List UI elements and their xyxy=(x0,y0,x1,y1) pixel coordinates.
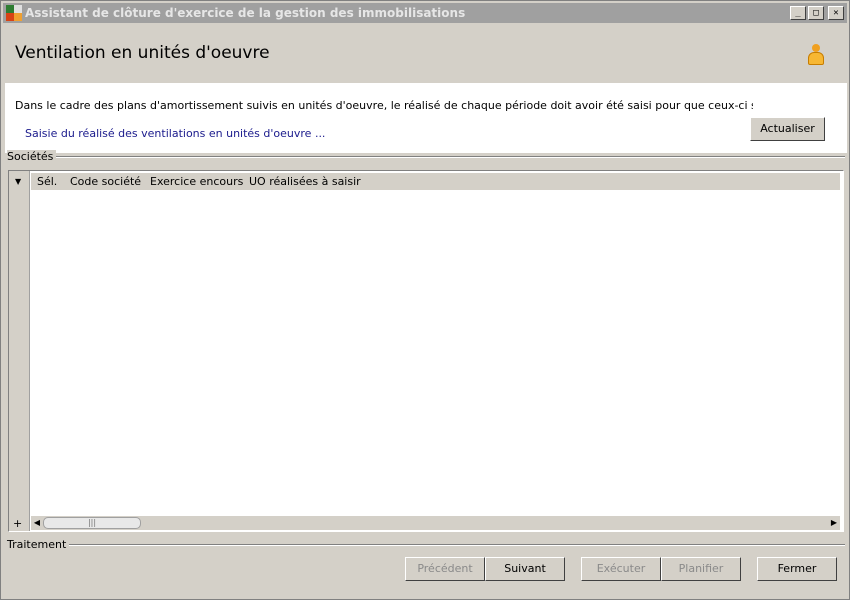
processing-group-divider xyxy=(63,544,845,546)
refresh-button[interactable]: Actualiser xyxy=(750,117,825,141)
user-icon xyxy=(807,44,825,66)
column-header-selection[interactable]: Sél. xyxy=(37,175,57,188)
close-window-button[interactable]: ✕ xyxy=(828,6,844,20)
scroll-right-icon[interactable]: ▶ xyxy=(828,517,840,529)
companies-group-divider xyxy=(51,156,845,158)
app-icon xyxy=(6,5,22,21)
page-title: Ventilation en unités d'oeuvre xyxy=(15,43,270,63)
horizontal-scrollbar[interactable]: ◀ ||| ▶ xyxy=(31,516,840,530)
close-button[interactable]: Fermer xyxy=(757,557,837,581)
scroll-left-icon[interactable]: ◀ xyxy=(31,517,43,529)
scroll-thumb[interactable]: ||| xyxy=(43,517,141,529)
column-header-current-fiscal-year[interactable]: Exercice encours xyxy=(150,175,243,188)
maximize-button[interactable]: □ xyxy=(808,6,824,20)
row-selector-column: ▼ xyxy=(9,171,30,531)
minimize-button[interactable]: _ xyxy=(790,6,806,20)
description-text: Dans le cadre des plans d'amortissement … xyxy=(15,99,753,112)
companies-grid[interactable]: ▼ Sél. Code société Exercice encours UO … xyxy=(8,170,844,532)
wizard-window: Assistant de clôture d'exercice de la ge… xyxy=(0,0,850,600)
info-panel: Dans le cadre des plans d'amortissement … xyxy=(5,83,847,153)
column-header-company-code[interactable]: Code société xyxy=(70,175,141,188)
entry-link[interactable]: Saisie du réalisé des ventilations en un… xyxy=(25,127,325,140)
column-header-uo-to-enter[interactable]: UO réalisées à saisir xyxy=(249,175,361,188)
window-title: Assistant de clôture d'exercice de la ge… xyxy=(25,6,466,20)
add-row-icon[interactable]: + xyxy=(13,517,22,530)
column-chooser-icon[interactable]: ▼ xyxy=(15,177,21,186)
next-button[interactable]: Suivant xyxy=(485,557,565,581)
schedule-button[interactable]: Planifier xyxy=(661,557,741,581)
companies-group-label: Sociétés xyxy=(7,150,57,163)
step-header: Ventilation en unités d'oeuvre xyxy=(5,23,847,83)
previous-button[interactable]: Précédent xyxy=(405,557,485,581)
title-bar[interactable]: Assistant de clôture d'exercice de la ge… xyxy=(3,3,847,23)
processing-group-label: Traitement xyxy=(7,538,70,551)
grid-header-row: Sél. Code société Exercice encours UO ré… xyxy=(31,173,840,190)
execute-button[interactable]: Exécuter xyxy=(581,557,661,581)
